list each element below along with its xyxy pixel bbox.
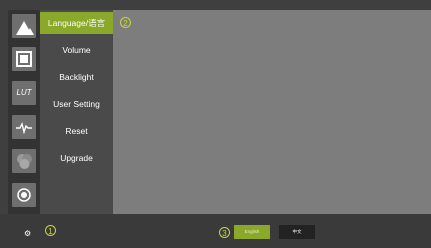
frame-button[interactable] <box>12 47 36 71</box>
color-button[interactable] <box>12 149 36 173</box>
image-mode-button[interactable] <box>12 14 36 38</box>
settings-menu: Language/语言 Volume Backlight User Settin… <box>40 10 113 214</box>
menu-item-backlight[interactable]: Backlight <box>40 66 113 88</box>
record-button[interactable] <box>12 183 36 207</box>
monitor-screen: LUT Language/语言 Volume Backlight User Se… <box>0 0 431 248</box>
waveform-button[interactable] <box>12 115 36 139</box>
frame-icon <box>16 51 32 67</box>
record-icon <box>17 188 31 202</box>
content-panel <box>113 10 431 214</box>
menu-item-language[interactable]: Language/语言 <box>40 12 113 34</box>
gear-icon[interactable]: ⚙ <box>24 230 32 238</box>
menu-item-user-setting[interactable]: User Setting <box>40 93 113 115</box>
icon-rail: LUT <box>8 10 40 214</box>
bottom-bar: ⚙ 1 3 English 中文 <box>0 214 431 248</box>
chinese-button[interactable]: 中文 <box>279 225 315 239</box>
callout-3: 3 <box>219 227 230 238</box>
menu-item-upgrade[interactable]: Upgrade <box>40 147 113 169</box>
waveform-icon <box>16 121 32 135</box>
menu-item-reset[interactable]: Reset <box>40 120 113 142</box>
callout-1: 1 <box>45 225 56 236</box>
lut-icon: LUT <box>16 88 32 97</box>
mountain-image-icon <box>16 21 34 35</box>
english-button[interactable]: English <box>234 225 270 239</box>
color-circles-icon <box>17 154 32 169</box>
callout-2: 2 <box>120 17 131 28</box>
menu-item-volume[interactable]: Volume <box>40 39 113 61</box>
lut-button[interactable]: LUT <box>12 81 36 105</box>
